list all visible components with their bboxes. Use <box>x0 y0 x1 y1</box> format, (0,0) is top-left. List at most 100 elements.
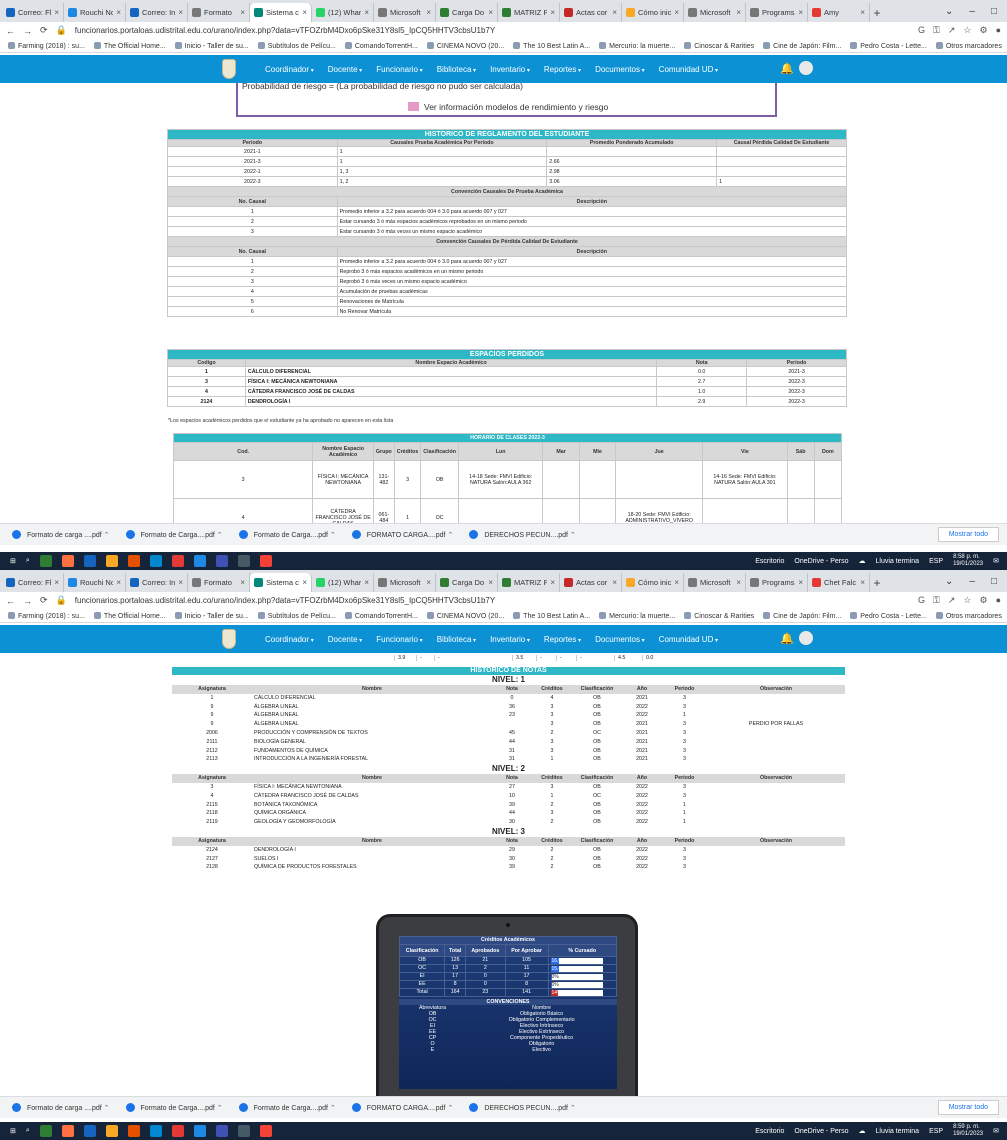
bookmark-item[interactable]: The Official Home... <box>94 42 166 50</box>
browser-tab[interactable]: Actas cor × <box>560 573 622 592</box>
browser-tab[interactable]: Formato × <box>188 3 250 22</box>
share-icon[interactable]: ↗ <box>948 25 956 36</box>
bookmark-item[interactable]: Subtítulos de Pelícu... <box>258 612 336 620</box>
tab-close-icon[interactable]: × <box>302 8 307 17</box>
browser-tab[interactable]: (12) Whar × <box>312 573 374 592</box>
tab-close-icon[interactable]: × <box>488 578 493 587</box>
lang-label[interactable]: ESP <box>929 558 943 565</box>
nav-menu-item[interactable]: Comunidad UD <box>659 635 718 644</box>
clock[interactable]: 8:59 p. m. 19/01/2023 <box>953 1124 983 1138</box>
download-item[interactable]: Formato de Carga....pdf <box>239 530 336 539</box>
nav-menu-item[interactable]: Funcionario <box>376 635 423 644</box>
share-icon[interactable]: ↗ <box>948 595 956 606</box>
taskbar-app-icon[interactable] <box>193 1125 206 1137</box>
tab-close-icon[interactable]: × <box>736 578 741 587</box>
browser-tab[interactable]: Correo: In × <box>126 3 188 22</box>
restore-icon[interactable]: □ <box>991 6 997 17</box>
profile-icon[interactable]: ● <box>996 25 1001 36</box>
key-icon[interactable]: ⚿ <box>933 25 940 36</box>
reload-icon[interactable]: ⟳ <box>40 595 48 606</box>
browser-tab[interactable]: (12) Whar × <box>312 3 374 22</box>
search-icon[interactable]: ⌕ <box>26 1127 30 1135</box>
download-item[interactable]: Formato de carga ....pdf <box>12 530 110 539</box>
browser-tab[interactable]: Formato × <box>188 573 250 592</box>
browser-tab[interactable]: Microsoft × <box>374 3 436 22</box>
forward-icon[interactable]: → <box>23 596 32 606</box>
bell-icon[interactable]: 🔔 <box>780 62 794 75</box>
browser-tab[interactable]: Programs × <box>746 573 808 592</box>
taskbar-app-icon[interactable] <box>171 1125 184 1137</box>
browser-tab[interactable]: Rouchi Nc × <box>64 3 126 22</box>
taskbar-app-icon[interactable] <box>105 1125 118 1137</box>
tab-close-icon[interactable]: × <box>674 8 679 17</box>
reload-icon[interactable]: ⟳ <box>40 25 48 36</box>
bookmark-item[interactable]: Inicio - Taller de su... <box>175 612 249 620</box>
chevron-down-icon[interactable]: ⌄ <box>945 576 953 587</box>
browser-tab[interactable]: Chet Falc × <box>808 573 870 592</box>
avatar[interactable] <box>799 61 813 75</box>
windows-start-icon[interactable]: ⊞ <box>10 557 16 565</box>
taskbar-app-icon[interactable] <box>83 555 96 567</box>
taskbar-app-icon[interactable] <box>105 555 118 567</box>
url-field[interactable]: funcionarios.portaloas.udistrital.edu.co… <box>75 596 910 605</box>
back-icon[interactable]: ← <box>6 26 15 36</box>
taskbar-app-icon[interactable] <box>215 555 228 567</box>
taskbar-app-icon[interactable] <box>171 555 184 567</box>
nav-menu-item[interactable]: Docente <box>328 65 362 74</box>
google-icon[interactable]: G <box>918 595 925 606</box>
browser-tab[interactable]: Correo: Fl × <box>2 3 64 22</box>
bookmark-item[interactable]: CINEMA NOVO (20... <box>427 612 504 620</box>
minimize-icon[interactable]: – <box>969 6 975 17</box>
browser-tab[interactable]: Cómo inic × <box>622 573 684 592</box>
profile-icon[interactable]: ● <box>996 595 1001 606</box>
bookmark-item[interactable]: Pedro Costa - Lette... <box>850 42 927 50</box>
taskbar-app-icon[interactable] <box>259 1125 272 1137</box>
browser-tab[interactable]: Microsoft × <box>684 573 746 592</box>
bookmark-item[interactable]: Cinoscar & Rarities <box>684 612 754 620</box>
download-item[interactable]: DERECHOS PECUN....pdf <box>469 530 575 539</box>
tab-close-icon[interactable]: × <box>54 8 59 17</box>
taskbar-app-icon[interactable] <box>39 1125 52 1137</box>
back-icon[interactable]: ← <box>6 596 15 606</box>
star-icon[interactable]: ☆ <box>963 25 971 36</box>
other-bookmarks[interactable]: Otros marcadores <box>936 42 1002 50</box>
taskbar-app-icon[interactable] <box>127 1125 140 1137</box>
taskbar-app-icon[interactable] <box>61 1125 74 1137</box>
browser-tab[interactable]: Actas cor × <box>560 3 622 22</box>
tab-close-icon[interactable]: × <box>426 578 431 587</box>
nav-menu-item[interactable]: Documentos <box>595 65 645 74</box>
bookmark-item[interactable]: Cine de Japón: Film... <box>763 612 841 620</box>
download-item[interactable]: Formato de Carga....pdf <box>126 1103 223 1112</box>
tab-close-icon[interactable]: × <box>364 578 369 587</box>
browser-tab[interactable]: Correo: In × <box>126 573 188 592</box>
taskbar-app-icon[interactable] <box>215 1125 228 1137</box>
restore-icon[interactable]: □ <box>991 576 997 587</box>
browser-tab[interactable]: Programs × <box>746 3 808 22</box>
bookmark-item[interactable]: Mercurio: la muerte... <box>599 42 675 50</box>
bookmark-item[interactable]: ComandoTorrentH... <box>345 42 418 50</box>
taskbar-app-icon[interactable] <box>193 555 206 567</box>
bookmark-item[interactable]: The 10 Best Latin A... <box>513 42 590 50</box>
tab-close-icon[interactable]: × <box>860 8 865 17</box>
browser-tab[interactable]: Sistema c × <box>250 3 312 22</box>
minimize-icon[interactable]: – <box>969 576 975 587</box>
tab-close-icon[interactable]: × <box>116 8 121 17</box>
browser-tab[interactable]: Carga Do × <box>436 573 498 592</box>
nav-menu-item[interactable]: Coordinador <box>265 635 314 644</box>
bookmark-item[interactable]: The Official Home... <box>94 612 166 620</box>
bookmark-item[interactable]: ComandoTorrentH... <box>345 612 418 620</box>
browser-tab[interactable]: Cómo inic × <box>622 3 684 22</box>
browser-tab[interactable]: Microsoft × <box>374 573 436 592</box>
bookmark-item[interactable]: Farming (2018) : su... <box>8 612 85 620</box>
tab-close-icon[interactable]: × <box>860 578 865 587</box>
bookmark-item[interactable]: The 10 Best Latin A... <box>513 612 590 620</box>
nav-menu-item[interactable]: Documentos <box>595 635 645 644</box>
url-field[interactable]: funcionarios.portaloas.udistrital.edu.co… <box>75 26 910 35</box>
forward-icon[interactable]: → <box>23 26 32 36</box>
tab-close-icon[interactable]: × <box>426 8 431 17</box>
nav-menu-item[interactable]: Coordinador <box>265 65 314 74</box>
bookmark-item[interactable]: CINEMA NOVO (20... <box>427 42 504 50</box>
taskbar-app-icon[interactable] <box>237 1125 250 1137</box>
bookmark-item[interactable]: Inicio - Taller de su... <box>175 42 249 50</box>
star-icon[interactable]: ☆ <box>963 595 971 606</box>
